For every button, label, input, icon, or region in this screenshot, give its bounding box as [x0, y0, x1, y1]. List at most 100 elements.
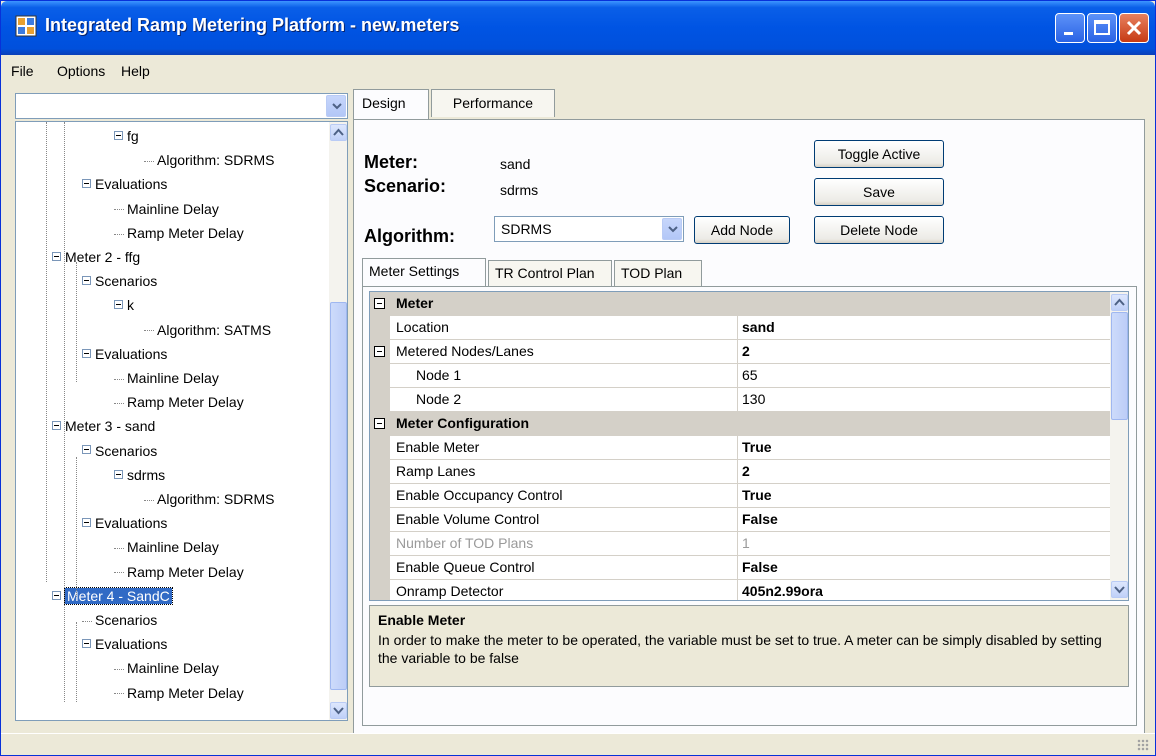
- tree-scrollbar[interactable]: [329, 122, 347, 720]
- grid-property-value[interactable]: 2: [738, 460, 1112, 484]
- menu-help[interactable]: Help: [121, 63, 150, 79]
- tree-node[interactable]: Mainline Delay: [114, 537, 219, 559]
- collapse-toggle-icon[interactable]: [52, 421, 61, 431]
- title-bar[interactable]: Integrated Ramp Metering Platform - new.…: [1, 1, 1155, 55]
- tree-filter-dropdown[interactable]: [15, 93, 348, 119]
- collapse-toggle-icon[interactable]: [114, 130, 123, 140]
- tree-node[interactable]: Ramp Meter Delay: [114, 223, 244, 245]
- tree-node[interactable]: Mainline Delay: [114, 199, 219, 221]
- grid-property-row[interactable]: Ramp Lanes 2: [370, 460, 1112, 484]
- tree-node[interactable]: Meter 4 - SandC: [52, 586, 173, 608]
- tree-node[interactable]: Meter 3 - sand: [52, 416, 155, 438]
- grid-property-row[interactable]: Node 1 65: [370, 364, 1112, 388]
- tree-node[interactable]: Mainline Delay: [114, 368, 219, 390]
- grid-row-margin: [370, 556, 390, 580]
- grid-property-value[interactable]: 405n2.99ora: [738, 580, 1112, 600]
- add-node-button[interactable]: Add Node: [694, 216, 790, 244]
- grid-property-value[interactable]: True: [738, 484, 1112, 508]
- tab-tod-plan[interactable]: TOD Plan: [614, 260, 702, 286]
- collapse-toggle-icon[interactable]: [82, 638, 91, 648]
- tree-guide-line: [76, 262, 77, 382]
- tree-node[interactable]: sdrms: [114, 465, 165, 487]
- grid-property-row[interactable]: Node 2 130: [370, 388, 1112, 412]
- grid-property-row[interactable]: Onramp Detector 405n2.99ora: [370, 580, 1112, 600]
- grid-property-row[interactable]: Metered Nodes/Lanes 2: [370, 340, 1112, 364]
- collapse-toggle-icon[interactable]: [374, 298, 385, 309]
- save-button[interactable]: Save: [814, 178, 944, 206]
- menu-options[interactable]: Options: [57, 63, 105, 79]
- grid-property-row[interactable]: Number of TOD Plans 1: [370, 532, 1112, 556]
- tree-node-label: Algorithm: SDRMS: [157, 491, 275, 507]
- tree-node[interactable]: fg: [114, 126, 139, 148]
- tree-node[interactable]: Ramp Meter Delay: [114, 683, 244, 705]
- main-content: Design Performance Meter: sand Scenario:…: [353, 89, 1148, 734]
- tree-node[interactable]: Ramp Meter Delay: [114, 392, 244, 414]
- minimize-button[interactable]: [1055, 13, 1085, 43]
- grid-scroll-down-button[interactable]: [1111, 581, 1128, 598]
- grid-scroll-up-button[interactable]: [1111, 294, 1128, 311]
- tree-filter-dropdown-button[interactable]: [326, 95, 346, 117]
- grid-property-row[interactable]: Location sand: [370, 316, 1112, 340]
- tree-node-label: Algorithm: SATMS: [157, 321, 272, 338]
- grid-property-row[interactable]: Enable Meter True: [370, 436, 1112, 460]
- toggle-active-button[interactable]: Toggle Active: [814, 140, 944, 168]
- maximize-button[interactable]: [1087, 13, 1117, 43]
- tree-node[interactable]: Evaluations: [82, 174, 167, 196]
- tree-node[interactable]: Scenarios: [82, 271, 157, 293]
- collapse-toggle-icon[interactable]: [82, 445, 91, 455]
- collapse-toggle-icon[interactable]: [374, 418, 385, 429]
- grid-category-row[interactable]: Meter: [370, 292, 1112, 316]
- collapse-toggle-icon[interactable]: [82, 275, 91, 285]
- tree-node[interactable]: Mainline Delay: [114, 658, 219, 680]
- meter-tree[interactable]: fg Algorithm: SDRMS Evaluations Mainline De…: [15, 121, 348, 721]
- tree-node[interactable]: Algorithm: SDRMS: [144, 150, 274, 172]
- tree-scroll-down-button[interactable]: [330, 702, 347, 719]
- collapse-toggle-icon[interactable]: [82, 348, 91, 358]
- grid-property-value[interactable]: 2: [738, 340, 1112, 364]
- tree-node[interactable]: Evaluations: [82, 513, 167, 535]
- tree-node[interactable]: Algorithm: SATMS: [144, 320, 271, 342]
- tab-tr-control-plan[interactable]: TR Control Plan: [488, 260, 612, 286]
- collapse-toggle-icon[interactable]: [52, 590, 61, 600]
- grid-property-value[interactable]: 1: [738, 532, 1112, 556]
- grid-category-row[interactable]: Meter Configuration: [370, 412, 1112, 436]
- grid-scroll-thumb[interactable]: [1111, 312, 1128, 420]
- tab-performance[interactable]: Performance: [431, 89, 555, 117]
- tree-node[interactable]: Meter 2 - ffg: [52, 247, 140, 269]
- delete-node-button[interactable]: Delete Node: [814, 216, 944, 244]
- grid-property-value[interactable]: False: [738, 508, 1112, 532]
- tree-scroll-up-button[interactable]: [330, 124, 347, 141]
- tab-meter-settings[interactable]: Meter Settings: [362, 258, 486, 286]
- tree-scroll-thumb[interactable]: [330, 302, 347, 690]
- collapse-toggle-icon[interactable]: [114, 469, 123, 479]
- tab-design[interactable]: Design: [353, 89, 429, 119]
- grid-property-row[interactable]: Enable Occupancy Control True: [370, 484, 1112, 508]
- collapse-toggle-icon[interactable]: [82, 517, 91, 527]
- algorithm-dropdown-button[interactable]: [662, 218, 682, 240]
- collapse-toggle-icon[interactable]: [82, 179, 91, 189]
- collapse-toggle-icon[interactable]: [114, 300, 123, 310]
- collapse-toggle-icon[interactable]: [374, 346, 385, 357]
- tree-node[interactable]: Scenarios: [82, 441, 157, 463]
- menu-file[interactable]: File: [11, 63, 34, 79]
- grid-property-row[interactable]: Enable Volume Control False: [370, 508, 1112, 532]
- collapse-toggle-icon[interactable]: [52, 251, 61, 261]
- tree-node[interactable]: Ramp Meter Delay: [114, 562, 244, 584]
- algorithm-dropdown[interactable]: SDRMS: [494, 216, 684, 242]
- grid-property-value[interactable]: True: [738, 436, 1112, 460]
- tree-guide-line: [76, 622, 77, 702]
- tree-node[interactable]: k: [114, 295, 134, 317]
- tree-node[interactable]: Algorithm: SDRMS: [144, 489, 274, 511]
- grid-property-value[interactable]: 65: [738, 364, 1112, 388]
- close-button[interactable]: [1119, 13, 1149, 43]
- tree-node[interactable]: Evaluations: [82, 344, 167, 366]
- grid-property-value[interactable]: False: [738, 556, 1112, 580]
- resize-grip-icon[interactable]: [1137, 739, 1149, 751]
- grid-property-row[interactable]: Enable Queue Control False: [370, 556, 1112, 580]
- grid-scrollbar[interactable]: [1110, 292, 1128, 600]
- grid-property-value[interactable]: sand: [738, 316, 1112, 340]
- grid-property-value[interactable]: 130: [738, 388, 1112, 412]
- tree-node[interactable]: Evaluations: [82, 634, 167, 656]
- property-grid[interactable]: Onramp Detector 405n2.99ora Enable Queue C…: [369, 291, 1129, 601]
- tree-node[interactable]: Scenarios: [82, 610, 157, 632]
